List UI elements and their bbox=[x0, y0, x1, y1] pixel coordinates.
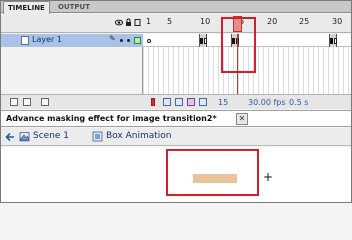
panel-tab-bar: TIMELINE OUTPUT bbox=[1, 1, 351, 14]
tab-output[interactable]: OUTPUT bbox=[54, 1, 94, 13]
lock-dot[interactable] bbox=[127, 39, 130, 42]
visibility-dot[interactable] bbox=[120, 39, 123, 42]
new-folder-icon[interactable] bbox=[23, 98, 31, 106]
layer-page-icon bbox=[21, 36, 29, 45]
ruler-label: 1 bbox=[146, 17, 152, 26]
ruler-label: 25 bbox=[299, 17, 310, 26]
edit-multiple-frames-icon[interactable] bbox=[187, 98, 195, 106]
scene-icon bbox=[19, 132, 30, 142]
layers-list: Layer 1 ✎ bbox=[1, 34, 143, 94]
tab-timeline[interactable]: TIMELINE bbox=[3, 1, 50, 14]
modify-onion-markers-icon[interactable] bbox=[199, 98, 207, 106]
current-frame: 15 bbox=[218, 98, 229, 107]
outline-color-icon[interactable] bbox=[134, 37, 141, 44]
stage-highlight-annotation bbox=[166, 149, 259, 196]
frame-rate[interactable]: 30.00 fps bbox=[248, 98, 286, 107]
document-title: Advance masking effect for image transit… bbox=[6, 114, 217, 123]
empty-keyframe[interactable] bbox=[147, 39, 151, 43]
center-frame-icon[interactable] bbox=[151, 98, 155, 106]
end-frame[interactable] bbox=[334, 38, 337, 44]
ruler-label: 10 bbox=[200, 17, 211, 26]
eye-icon[interactable] bbox=[114, 18, 141, 27]
registration-point: + bbox=[263, 170, 274, 184]
pencil-icon: ✎ bbox=[109, 34, 116, 43]
close-icon[interactable]: ✕ bbox=[236, 113, 248, 125]
onion-outline-icon[interactable] bbox=[175, 98, 183, 106]
ruler-label: 5 bbox=[167, 17, 173, 26]
end-frame[interactable] bbox=[204, 38, 207, 44]
layer-name[interactable]: Layer 1 bbox=[32, 35, 62, 44]
timeline-footer: 15 30.00 fps 0.5 s bbox=[1, 94, 351, 109]
breadcrumb: Scene 1 Box Animation bbox=[1, 128, 351, 146]
shape-rectangle[interactable] bbox=[193, 174, 237, 183]
ruler-label: 20 bbox=[267, 17, 278, 26]
document-tab[interactable]: Advance masking effect for image transit… bbox=[1, 110, 351, 127]
new-layer-icon[interactable] bbox=[10, 98, 18, 106]
layer-row[interactable]: Layer 1 ✎ bbox=[1, 34, 143, 47]
keyframe[interactable] bbox=[330, 38, 333, 44]
ruler-label: 30 bbox=[332, 17, 343, 26]
layer-toggle-icons bbox=[114, 18, 141, 29]
delete-layer-icon[interactable] bbox=[41, 98, 49, 106]
breadcrumb-scene[interactable]: Scene 1 bbox=[33, 131, 69, 141]
symbol-icon bbox=[92, 131, 103, 142]
frame-highlight-annotation bbox=[221, 17, 256, 73]
elapsed-time: 0.5 s bbox=[289, 98, 309, 107]
breadcrumb-symbol[interactable]: Box Animation bbox=[106, 131, 171, 141]
keyframe[interactable] bbox=[200, 38, 203, 44]
onion-skin-icon[interactable] bbox=[163, 98, 171, 106]
back-arrow-icon[interactable] bbox=[4, 131, 16, 143]
